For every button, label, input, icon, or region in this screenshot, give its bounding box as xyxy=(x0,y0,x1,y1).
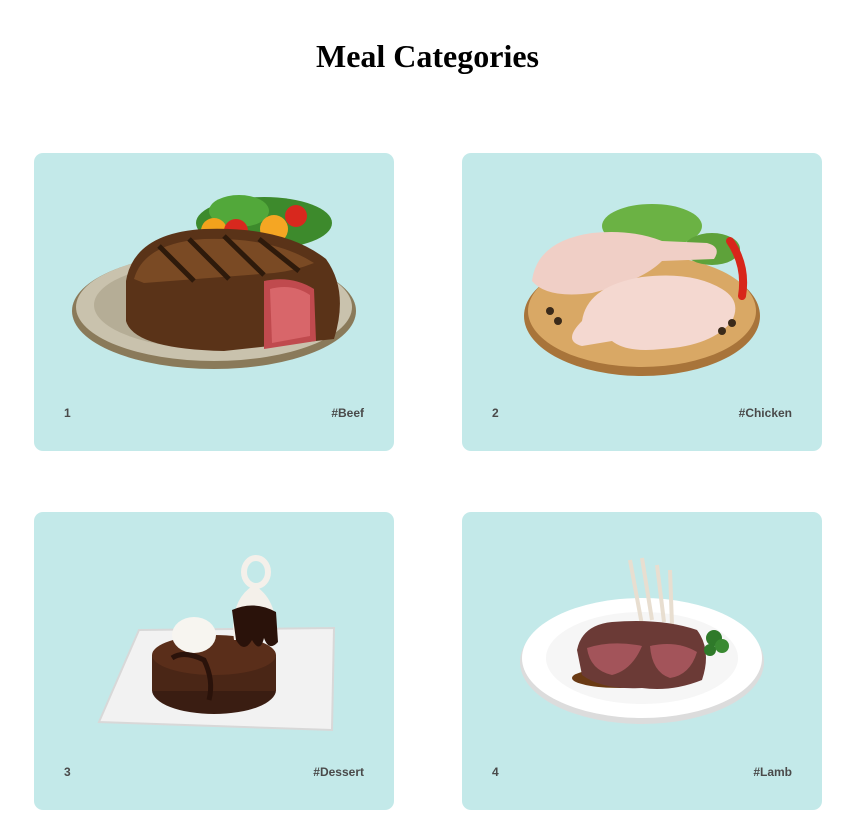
brownie-sundae-image xyxy=(97,555,336,732)
card-number: 4 xyxy=(492,765,499,779)
card-number: 3 xyxy=(64,765,71,779)
grilled-steak-plate-image xyxy=(72,195,356,369)
lamb-rack-plate-image xyxy=(520,557,764,724)
card-tag[interactable]: #Chicken xyxy=(739,406,792,420)
category-card-chicken[interactable]: 2 #Chicken xyxy=(462,153,822,451)
card-tag[interactable]: #Beef xyxy=(331,406,364,420)
card-number: 1 xyxy=(64,406,71,420)
card-number: 2 xyxy=(492,406,499,420)
card-tag[interactable]: #Dessert xyxy=(313,765,364,779)
category-card-lamb[interactable]: 4 #Lamb xyxy=(462,512,822,810)
category-card-beef[interactable]: 1 #Beef xyxy=(34,153,394,451)
raw-chicken-board-image xyxy=(524,204,760,376)
category-card-dessert[interactable]: 3 #Dessert xyxy=(34,512,394,810)
page-title: Meal Categories xyxy=(315,38,539,74)
card-tag[interactable]: #Lamb xyxy=(753,765,792,779)
